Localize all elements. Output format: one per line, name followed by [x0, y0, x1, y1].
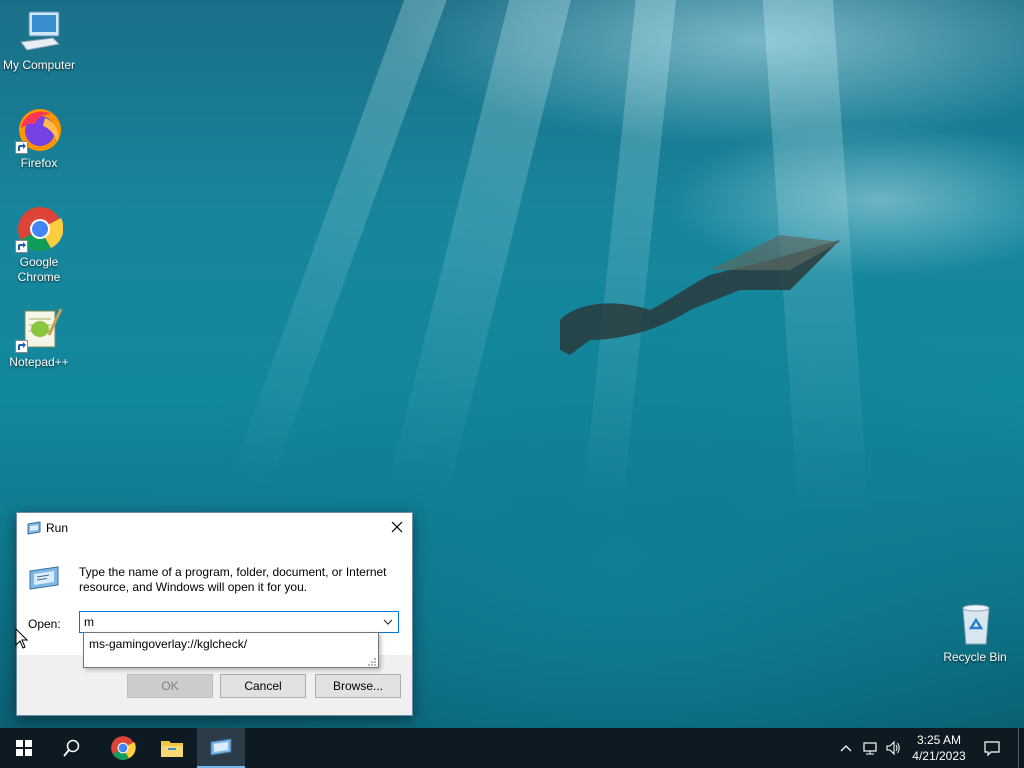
ok-button[interactable]: OK — [127, 674, 213, 698]
clock-date: 4/21/2023 — [912, 749, 966, 763]
diver-image — [560, 235, 840, 355]
firefox-icon — [15, 106, 63, 154]
desktop-icon-label: Firefox — [20, 156, 58, 170]
cancel-button[interactable]: Cancel — [220, 674, 306, 698]
show-hidden-icons-icon[interactable] — [838, 740, 854, 756]
taskbar-run-button[interactable] — [197, 728, 245, 768]
run-icon — [26, 521, 42, 535]
dropdown-button[interactable] — [378, 612, 398, 632]
run-description: Type the name of a program, folder, docu… — [79, 565, 387, 594]
taskbar-chrome-button[interactable] — [99, 728, 147, 768]
shortcut-arrow-icon — [15, 141, 28, 154]
chrome-icon — [15, 205, 64, 253]
close-icon — [391, 521, 403, 533]
taskbar: 3:25 AM 4/21/2023 — [0, 728, 1024, 768]
desktop-icon-google-chrome[interactable]: Google Chrome — [0, 205, 78, 285]
autocomplete-item[interactable]: ms-gamingoverlay://kglcheck/ — [89, 637, 247, 651]
recycle-bin-icon — [951, 600, 999, 648]
run-titlebar[interactable]: Run — [17, 513, 412, 543]
network-icon[interactable] — [862, 740, 878, 756]
desktop-icon-label: Recycle Bin — [943, 650, 1007, 664]
desktop-icon-label: Notepad++ — [9, 355, 69, 369]
file-explorer-icon — [161, 741, 183, 757]
open-label: Open: — [28, 617, 61, 631]
search-icon — [63, 739, 80, 757]
shortcut-arrow-icon — [15, 340, 28, 353]
run-dialog: Run Type the name of a program, folder, … — [16, 512, 413, 716]
browse-button[interactable]: Browse... — [315, 674, 401, 698]
start-icon — [16, 740, 32, 756]
run-icon — [210, 738, 232, 756]
desktop-icon-firefox[interactable]: Firefox — [0, 106, 78, 171]
resize-grip-icon[interactable] — [367, 656, 377, 666]
open-input[interactable] — [82, 613, 372, 631]
run-dialog-title: Run — [46, 521, 69, 535]
taskbar-file-explorer-button[interactable] — [148, 728, 196, 768]
close-button[interactable] — [382, 513, 412, 543]
notifications-icon[interactable] — [983, 739, 1001, 757]
chrome-icon — [111, 736, 136, 760]
desktop-icon-my-computer[interactable]: My Computer — [0, 8, 78, 73]
autocomplete-list: ms-gamingoverlay://kglcheck/ — [83, 632, 379, 668]
desktop-icon-label: My Computer — [2, 58, 76, 72]
clock-time: 3:25 AM — [916, 733, 962, 747]
mouse-cursor-icon — [15, 628, 29, 649]
taskbar-clock[interactable]: 3:25 AM 4/21/2023 — [906, 732, 972, 764]
run-program-icon — [27, 565, 61, 591]
desktop-icon-recycle-bin[interactable]: Recycle Bin — [936, 600, 1014, 665]
volume-icon[interactable] — [885, 740, 901, 756]
shortcut-arrow-icon — [15, 240, 28, 253]
desktop-icon-notepad-plus-plus[interactable]: Notepad++ — [0, 305, 78, 370]
chevron-down-icon — [383, 619, 393, 625]
search-button[interactable] — [48, 728, 96, 768]
computer-icon — [15, 8, 63, 56]
open-combobox[interactable] — [79, 611, 399, 633]
start-button[interactable] — [0, 728, 48, 768]
notepad-plus-plus-icon — [15, 305, 63, 353]
show-desktop-button[interactable] — [1018, 728, 1024, 768]
desktop-icon-label: Google Chrome — [17, 255, 61, 284]
